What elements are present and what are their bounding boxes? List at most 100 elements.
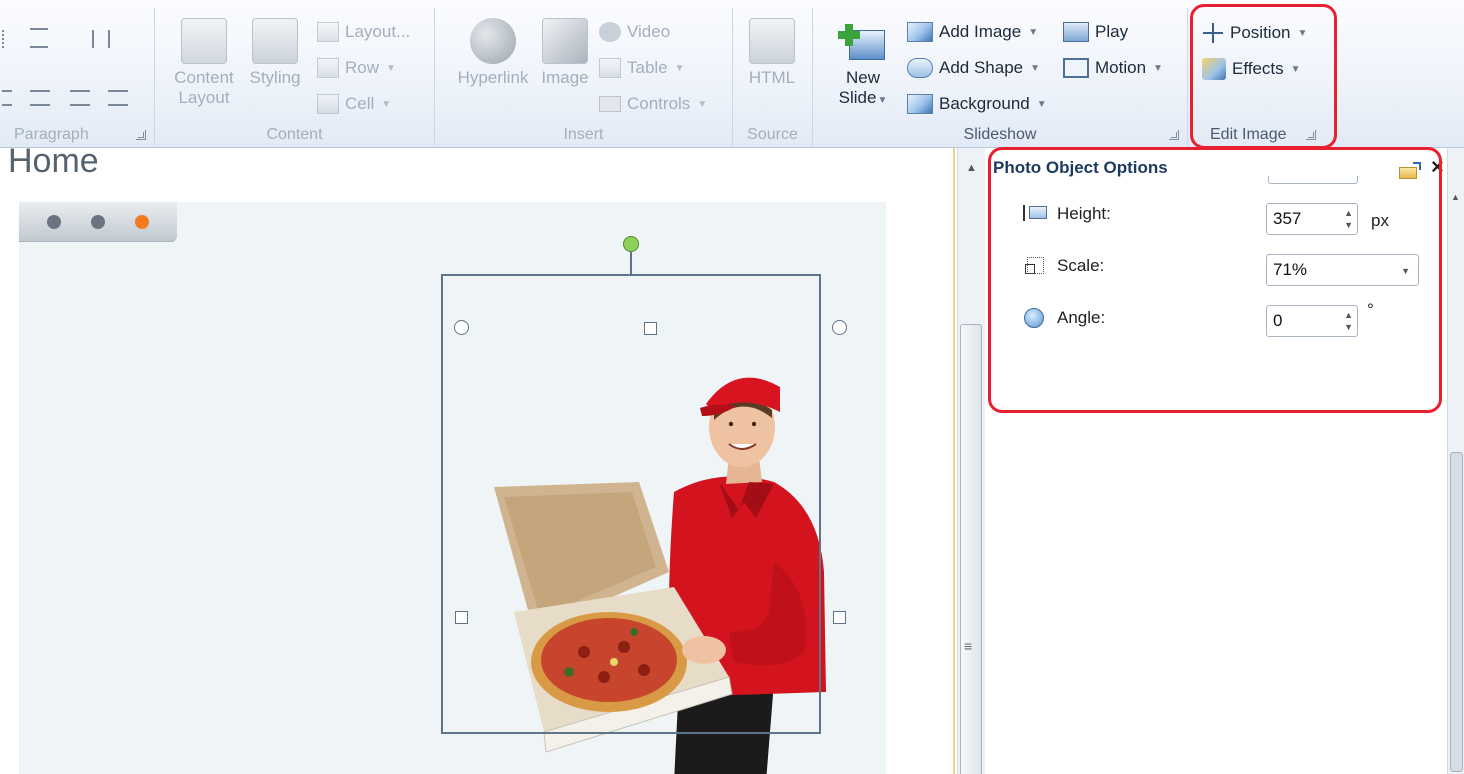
group-label-slideshow: Slideshow	[963, 126, 1037, 143]
grip-icon[interactable]: ≡	[964, 638, 972, 654]
angle-row: Angle:	[1023, 308, 1105, 328]
position-icon	[1202, 22, 1224, 44]
panel-scroll-thumb[interactable]	[1450, 452, 1463, 772]
angle-value: 0	[1273, 311, 1283, 330]
align-left-icon[interactable]	[2, 90, 12, 106]
html-button[interactable]: HTML	[739, 18, 805, 88]
add-shape-icon	[907, 58, 933, 78]
paragraph-dialog-launcher[interactable]	[136, 130, 146, 140]
ribbon-group-source: HTML Source	[733, 8, 813, 146]
angle-field[interactable]: 0 ▲ ▼	[1266, 305, 1358, 337]
angle-spinner-icon[interactable]: ▲ ▼	[1344, 309, 1353, 333]
slide-dot-3[interactable]	[135, 214, 149, 229]
resize-handle-top[interactable]	[644, 322, 657, 335]
image-button[interactable]: Image	[535, 18, 595, 88]
play-icon	[1063, 22, 1089, 42]
scroll-thumb[interactable]	[960, 324, 982, 774]
table-button[interactable]: Table ▼	[599, 58, 685, 78]
panel-title: Photo Object Options	[993, 158, 1168, 177]
rotate-handle[interactable]	[623, 236, 639, 252]
effects-button[interactable]: Effects ▼	[1202, 58, 1301, 80]
scroll-up-icon[interactable]: ▲	[966, 162, 977, 174]
effects-label: Effects	[1232, 59, 1284, 78]
numbered-list-icon[interactable]	[30, 28, 48, 48]
add-image-button[interactable]: Add Image ▼	[907, 22, 1038, 42]
image-icon	[542, 18, 588, 64]
angle-unit: °	[1367, 300, 1374, 319]
panel-scrollbar[interactable]: ▲	[1447, 148, 1464, 774]
new-slide-button[interactable]: New Slide▼	[821, 22, 905, 111]
add-shape-button[interactable]: Add Shape ▼	[907, 58, 1040, 78]
rotation-stem	[630, 252, 632, 274]
styling-button[interactable]: Styling	[245, 18, 305, 88]
row-button[interactable]: Row ▼	[317, 58, 396, 78]
table-icon	[599, 58, 621, 78]
play-button[interactable]: Play	[1063, 22, 1128, 42]
ribbon-group-edit-image: Position ▼ Effects ▼ Edit Image	[1188, 8, 1338, 146]
resize-handle-right[interactable]	[833, 611, 846, 624]
align-right-icon[interactable]	[70, 90, 90, 106]
table-label: Table	[627, 58, 668, 77]
new-slide-label-2: Slide▼	[838, 88, 888, 107]
panel-collapsed-field	[1268, 176, 1358, 184]
panel-pin-icon[interactable]	[1399, 162, 1423, 180]
effects-icon	[1202, 58, 1226, 80]
background-label: Background	[939, 94, 1030, 113]
align-center-icon[interactable]	[30, 90, 50, 106]
scale-select[interactable]: 71% ▼	[1266, 254, 1419, 286]
row-label: Row	[345, 58, 380, 77]
height-label: Height:	[1057, 204, 1111, 223]
bullet-list-icon[interactable]	[2, 30, 22, 48]
height-spinner-icon[interactable]: ▲ ▼	[1344, 207, 1353, 231]
resize-handle-left[interactable]	[455, 611, 468, 624]
layout-button[interactable]: Layout...	[317, 22, 410, 42]
height-field[interactable]: 357 ▲ ▼	[1266, 203, 1358, 235]
slideshow-dialog-launcher[interactable]	[1169, 130, 1179, 140]
app-window: Paragraph Content Layout Styling Layout.…	[0, 0, 1464, 774]
group-label-content: Content	[266, 126, 323, 143]
background-button[interactable]: Background ▼	[907, 94, 1047, 114]
document-canvas[interactable]: Home	[0, 148, 955, 774]
scale-row: Scale:	[1023, 256, 1104, 276]
group-label-insert: Insert	[563, 126, 604, 143]
close-icon[interactable]: ×	[1431, 154, 1444, 180]
slideshow-dots-bar	[19, 202, 177, 242]
increase-indent-icon[interactable]	[70, 30, 94, 48]
play-label: Play	[1095, 22, 1129, 41]
position-button[interactable]: Position ▼	[1202, 22, 1307, 44]
motion-label: Motion	[1095, 58, 1147, 77]
controls-button[interactable]: Controls ▼	[599, 94, 707, 114]
decrease-indent-icon[interactable]	[108, 30, 132, 48]
new-slide-icon	[837, 22, 889, 64]
chevron-down-icon[interactable]: ▼	[1401, 266, 1410, 276]
resize-handle-top-left[interactable]	[454, 320, 469, 335]
angle-label: Angle:	[1057, 308, 1106, 327]
cell-icon	[317, 94, 339, 114]
edit-image-dialog-launcher[interactable]	[1306, 130, 1316, 140]
image-label: Image	[541, 68, 589, 87]
position-label: Position	[1230, 23, 1291, 42]
styling-icon	[252, 18, 298, 64]
hyperlink-button[interactable]: Hyperlink	[449, 18, 537, 88]
cell-label: Cell	[345, 94, 375, 113]
document-scrollbar[interactable]: ▲ ≡	[957, 148, 985, 774]
motion-icon	[1063, 58, 1089, 78]
resize-handle-top-right[interactable]	[832, 320, 847, 335]
content-layout-icon	[181, 18, 227, 64]
height-row: Height:	[1023, 204, 1111, 224]
ribbon: Paragraph Content Layout Styling Layout.…	[0, 0, 1464, 148]
photo-object-options-panel: Photo Object Options × Height: 357 ▲ ▼ px	[985, 148, 1447, 774]
slide-dot-2[interactable]	[91, 214, 105, 229]
video-icon	[599, 22, 621, 42]
cell-button[interactable]: Cell ▼	[317, 94, 391, 114]
motion-button[interactable]: Motion ▼	[1063, 58, 1163, 78]
page-title: Home	[8, 148, 99, 180]
justify-icon[interactable]	[108, 90, 128, 106]
slide-dot-1[interactable]	[47, 214, 61, 229]
content-layout-button[interactable]: Content Layout	[169, 18, 239, 108]
height-icon	[1023, 204, 1047, 224]
ribbon-group-paragraph: Paragraph	[0, 8, 155, 146]
panel-scroll-up-icon[interactable]: ▲	[1451, 192, 1460, 202]
video-button[interactable]: Video	[599, 22, 670, 42]
layout-label: Layout...	[345, 22, 411, 41]
